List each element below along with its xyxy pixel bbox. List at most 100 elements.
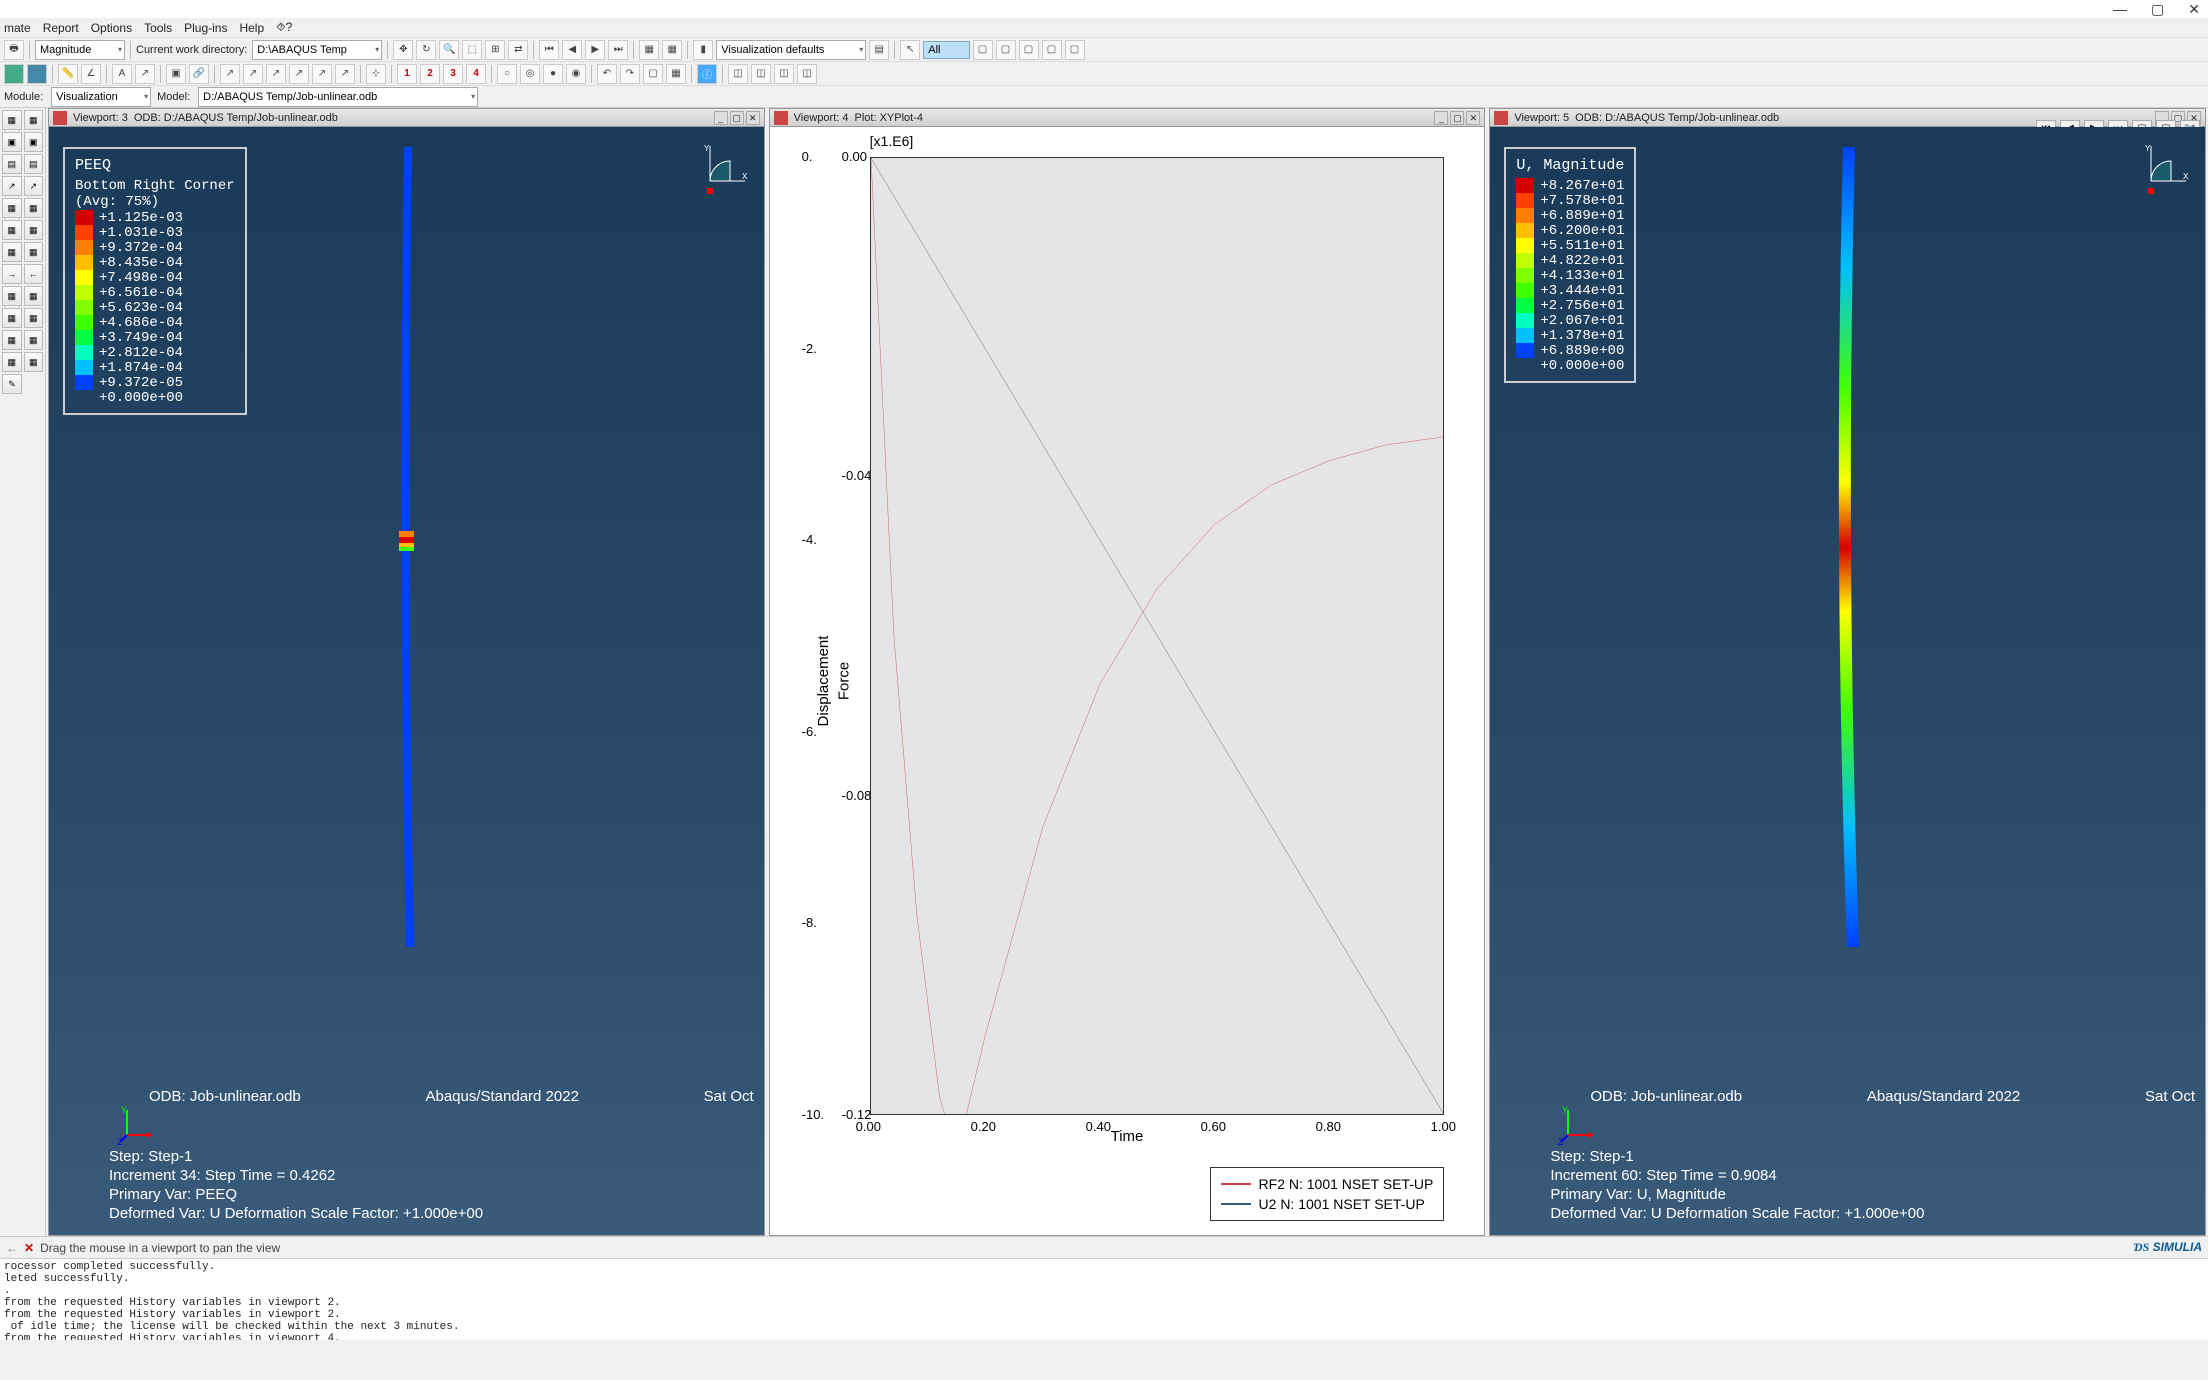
info-icon[interactable]: ⓘ <box>697 64 717 84</box>
vizdefaults-combo[interactable]: Visualization defaults <box>716 40 866 60</box>
select2-icon[interactable]: ▢ <box>996 40 1016 60</box>
xy5-icon[interactable]: ↗ <box>312 64 332 84</box>
zoom-icon[interactable]: 🔍 <box>439 40 459 60</box>
cancel-icon[interactable]: ✕ <box>24 1241 34 1255</box>
tb-icon[interactable]: ▦ <box>24 286 44 306</box>
tb-icon[interactable]: ▦ <box>2 242 22 262</box>
model-combo[interactable]: D:/ABAQUS Temp/Job-unlinear.odb <box>198 87 478 107</box>
viewport-icon[interactable]: ▣ <box>166 64 186 84</box>
vp-close-icon[interactable]: ✕ <box>1466 111 1480 125</box>
grid-icon[interactable]: ▦ <box>639 40 659 60</box>
xy4-icon[interactable]: ↗ <box>289 64 309 84</box>
text-icon[interactable]: A <box>112 64 132 84</box>
menu-report[interactable]: Report <box>43 21 79 35</box>
render2-icon[interactable] <box>27 64 47 84</box>
module-combo[interactable]: Visualization <box>51 87 151 107</box>
layers-icon[interactable]: ▤ <box>869 40 889 60</box>
magnitude-combo[interactable]: Magnitude <box>35 40 125 60</box>
back-icon[interactable]: ← <box>6 1241 18 1255</box>
select4-icon[interactable]: ▢ <box>1042 40 1062 60</box>
persp2-icon[interactable]: ◫ <box>751 64 771 84</box>
menu-help[interactable]: Help <box>239 21 264 35</box>
sphere4-icon[interactable]: ◉ <box>566 64 586 84</box>
render1-icon[interactable] <box>4 64 24 84</box>
cycle-icon[interactable]: ⇄ <box>508 40 528 60</box>
vp-max-icon[interactable]: ▢ <box>1450 111 1464 125</box>
all-selector[interactable]: All <box>923 41 969 59</box>
csys-icon[interactable]: ⊹ <box>366 64 386 84</box>
tb-icon[interactable]: ▦ <box>24 308 44 328</box>
viewport-4-header[interactable]: Viewport: 4 Plot: XYPlot-4 _▢✕ <box>770 109 1485 127</box>
persp4-icon[interactable]: ◫ <box>797 64 817 84</box>
tb-icon[interactable]: ↗ <box>2 176 22 196</box>
cwd-combo[interactable]: D:\ABAQUS Temp <box>252 40 382 60</box>
tb-icon[interactable]: ▦ <box>24 198 44 218</box>
tb-icon[interactable]: ▦ <box>2 286 22 306</box>
menu-options[interactable]: Options <box>91 21 132 35</box>
last-frame-icon[interactable]: ⏭ <box>608 40 628 60</box>
tb-icon[interactable]: ▦ <box>24 242 44 262</box>
first-frame-icon[interactable]: ⏮ <box>539 40 559 60</box>
view2-button[interactable]: 2 <box>420 64 440 84</box>
tb-icon[interactable]: ▦ <box>24 352 44 372</box>
tb-icon[interactable]: ▦ <box>24 330 44 350</box>
menu-plugins[interactable]: Plug-ins <box>184 21 227 35</box>
tb-icon[interactable]: ▤ <box>24 154 44 174</box>
rotate-icon[interactable]: ↻ <box>416 40 436 60</box>
cursor-icon[interactable]: ↖ <box>900 40 920 60</box>
menu-animate[interactable]: mate <box>4 21 31 35</box>
zoom-box-icon[interactable]: ⬚ <box>462 40 482 60</box>
tb-icon[interactable]: ▦ <box>2 220 22 240</box>
angle-icon[interactable]: ∠ <box>81 64 101 84</box>
redo-icon[interactable]: ↷ <box>620 64 640 84</box>
sphere3-icon[interactable]: ● <box>543 64 563 84</box>
print-icon[interactable]: 🖶 <box>4 40 24 60</box>
viewport-3-canvas[interactable]: PEEQ Bottom Right Corner (Avg: 75%) +1.1… <box>49 127 764 1235</box>
viewport-4-canvas[interactable]: [x1.E6] Displacement Force Time RF2 N: 1… <box>770 127 1485 1235</box>
view4-button[interactable]: 4 <box>466 64 486 84</box>
vp-close-icon[interactable]: ✕ <box>746 111 760 125</box>
vp-max-icon[interactable]: ▢ <box>730 111 744 125</box>
view1-button[interactable]: 1 <box>397 64 417 84</box>
xy3-icon[interactable]: ↗ <box>266 64 286 84</box>
tb-icon[interactable]: ▦ <box>2 330 22 350</box>
fit-icon[interactable]: ⊞ <box>485 40 505 60</box>
persp3-icon[interactable]: ◫ <box>774 64 794 84</box>
tb-icon[interactable]: → <box>2 264 22 284</box>
undo-icon[interactable]: ↶ <box>597 64 617 84</box>
close-button[interactable]: ✕ <box>2188 1 2200 18</box>
menu-whatsthis-icon[interactable]: ⯑? <box>276 20 292 35</box>
select5-icon[interactable]: ▢ <box>1065 40 1085 60</box>
tb-icon[interactable]: ▦ <box>24 110 44 130</box>
tb-icon[interactable]: ▦ <box>2 308 22 328</box>
grid2-icon[interactable]: ▦ <box>662 40 682 60</box>
measure-icon[interactable]: 📏 <box>58 64 78 84</box>
xy1-icon[interactable]: ↗ <box>220 64 240 84</box>
maximize-button[interactable]: ▢ <box>2151 1 2164 18</box>
colorbar-icon[interactable]: ▮ <box>693 40 713 60</box>
link-icon[interactable]: 🔗 <box>189 64 209 84</box>
grid3-icon[interactable]: ▦ <box>666 64 686 84</box>
persp1-icon[interactable]: ◫ <box>728 64 748 84</box>
next-frame-icon[interactable]: ▶ <box>585 40 605 60</box>
sphere2-icon[interactable]: ◎ <box>520 64 540 84</box>
tb-icon[interactable]: ▦ <box>2 110 22 130</box>
xy6-icon[interactable]: ↗ <box>335 64 355 84</box>
select3-icon[interactable]: ▢ <box>1019 40 1039 60</box>
tb-icon[interactable]: ✎ <box>2 374 22 394</box>
tb-icon[interactable]: ▣ <box>2 132 22 152</box>
pan-icon[interactable]: ✥ <box>393 40 413 60</box>
tb-icon[interactable]: ▦ <box>2 198 22 218</box>
tb-icon[interactable]: ▦ <box>24 220 44 240</box>
viewport-5-canvas[interactable]: U, Magnitude +8.267e+01+7.578e+01+6.889e… <box>1490 127 2205 1235</box>
arrow-icon[interactable]: ↗ <box>135 64 155 84</box>
tb-icon[interactable]: ▦ <box>2 352 22 372</box>
vp-min-icon[interactable]: _ <box>1434 111 1448 125</box>
viewport-3-header[interactable]: Viewport: 3 ODB: D:/ABAQUS Temp/Job-unli… <box>49 109 764 127</box>
tb-icon[interactable]: ▣ <box>24 132 44 152</box>
vp-min-icon[interactable]: _ <box>714 111 728 125</box>
tb-icon[interactable]: ← <box>24 264 44 284</box>
prev-frame-icon[interactable]: ◀ <box>562 40 582 60</box>
tb-icon[interactable]: ↗ <box>24 176 44 196</box>
xy2-icon[interactable]: ↗ <box>243 64 263 84</box>
